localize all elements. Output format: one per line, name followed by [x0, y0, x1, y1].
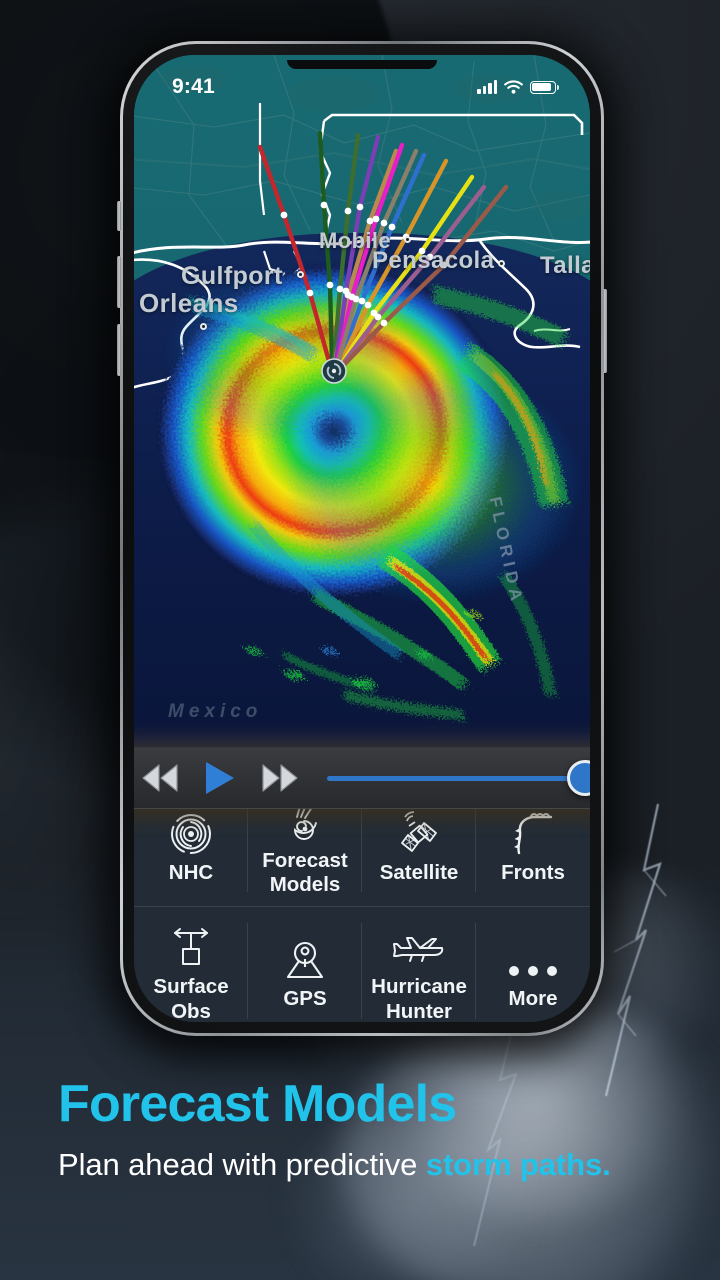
city-dot-pensacola: [498, 260, 505, 267]
city-dot-gulfport: [297, 271, 304, 278]
city-dot-orleans: [200, 323, 207, 330]
status-bar-time: 9:41: [172, 75, 215, 98]
radar-playback-bar: [134, 747, 590, 809]
tool-label: Fronts: [501, 861, 565, 885]
timeline-slider[interactable]: [327, 758, 590, 798]
battery-icon: [530, 80, 559, 94]
radar-map[interactable]: Mobile Gulfport Orleans Pensacola Tallah…: [134, 55, 590, 781]
phone-mockup: Mobile Gulfport Orleans Pensacola Tallah…: [104, 31, 620, 1051]
cellular-bars-icon: [477, 79, 497, 94]
wifi-icon: [504, 80, 523, 94]
tool-gps[interactable]: GPS: [248, 907, 362, 1022]
play-button[interactable]: [189, 760, 251, 796]
city-label-tallahassee: Tallah: [540, 252, 590, 279]
tool-more[interactable]: More: [476, 907, 590, 1022]
fast-forward-icon: [262, 764, 298, 792]
rewind-button[interactable]: [134, 763, 189, 793]
subheadline: Plan ahead with predictive storm paths.: [58, 1145, 680, 1185]
tool-label: GPS: [283, 987, 327, 1011]
mute-switch[interactable]: [117, 201, 121, 231]
volume-up-button[interactable]: [117, 256, 121, 308]
city-label-gulfport: Gulfport: [181, 262, 283, 290]
city-label-orleans: Orleans: [139, 288, 239, 318]
hurricane-symbol-icon: [321, 358, 347, 384]
subheadline-part2: .: [602, 1147, 611, 1183]
subheadline-part1: Plan ahead with predictive: [58, 1147, 426, 1183]
wind-barb-icon: [165, 913, 217, 971]
tool-label: Surface Obs: [153, 975, 229, 1022]
tool-label: Forecast Models: [262, 849, 348, 897]
fast-forward-button[interactable]: [251, 763, 309, 793]
water-label-gulf-of-mexico: Mexico: [168, 701, 263, 722]
tool-surface-obs[interactable]: Surface Obs: [134, 907, 248, 1022]
tool-grid: NHC Forecast Models Satellite Fronts Sur…: [134, 781, 590, 1022]
tool-label: Hurricane Hunter: [371, 975, 467, 1022]
tool-label: Satellite: [379, 861, 459, 885]
power-button[interactable]: [603, 289, 607, 373]
map-pin-icon: [280, 925, 330, 983]
play-icon: [206, 762, 234, 794]
rewind-icon: [142, 764, 178, 792]
status-bar-indicators: [477, 79, 559, 94]
ellipsis-icon: [505, 925, 561, 983]
subheadline-highlight: storm paths: [425, 1147, 603, 1183]
phone-notch: [287, 60, 437, 69]
headline: Forecast Models: [58, 1075, 457, 1133]
slider-thumb[interactable]: [567, 760, 590, 796]
volume-down-button[interactable]: [117, 324, 121, 376]
airplane-icon: [390, 913, 448, 971]
tool-hurricane-hunter[interactable]: Hurricane Hunter: [362, 907, 476, 1022]
phone-screen: Mobile Gulfport Orleans Pensacola Tallah…: [134, 55, 590, 1022]
tool-label: More: [508, 987, 558, 1011]
city-dot-mobile: [404, 236, 411, 243]
city-label-pensacola: Pensacola: [372, 247, 495, 274]
slider-fill: [327, 775, 590, 781]
caption-block: Forecast Models Plan ahead with predicti…: [58, 1075, 680, 1185]
forecast-model-tracks[interactable]: [134, 55, 590, 781]
tool-label: NHC: [168, 861, 214, 885]
